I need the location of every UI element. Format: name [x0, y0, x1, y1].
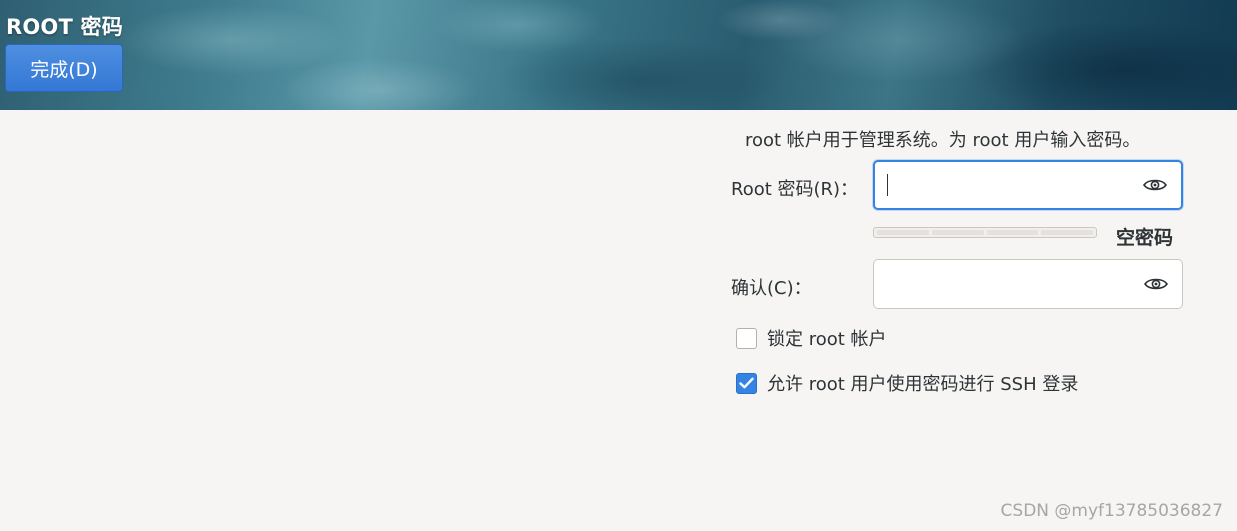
- confirm-password-input[interactable]: [884, 260, 1134, 308]
- eye-icon[interactable]: [1144, 276, 1168, 292]
- strength-segment: [1041, 230, 1093, 235]
- root-password-window: ROOT 密码 完成(D) root 帐户用于管理系统。为 root 用户输入密…: [0, 0, 1237, 531]
- strength-segment: [877, 230, 929, 235]
- strength-segment: [986, 230, 1039, 235]
- password-strength-label: 空密码: [1116, 227, 1174, 249]
- text-caret: [887, 174, 888, 196]
- description-text: root 帐户用于管理系统。为 root 用户输入密码。: [745, 130, 1141, 151]
- done-button[interactable]: 完成(D): [5, 44, 123, 92]
- confirm-password-field[interactable]: [873, 259, 1183, 309]
- root-password-label: Root 密码(R)：: [731, 179, 859, 200]
- strength-segment: [931, 230, 984, 235]
- lock-root-label: 锁定 root 帐户: [767, 329, 887, 350]
- watermark-text: CSDN @myf13785036827: [1000, 501, 1223, 521]
- check-icon: [739, 377, 754, 389]
- lock-root-checkbox[interactable]: [736, 327, 757, 349]
- root-password-field[interactable]: [873, 160, 1183, 210]
- header-banner: ROOT 密码 完成(D): [0, 0, 1237, 110]
- allow-ssh-label: 允许 root 用户使用密码进行 SSH 登录: [767, 374, 1079, 395]
- root-password-input[interactable]: [885, 162, 1135, 208]
- password-strength-bar: [873, 227, 1097, 238]
- allow-ssh-checkbox-row[interactable]: 允许 root 用户使用密码进行 SSH 登录: [736, 370, 1078, 396]
- allow-ssh-checkbox[interactable]: [736, 372, 757, 394]
- page-title: ROOT 密码: [6, 15, 123, 39]
- lock-root-checkbox-row[interactable]: 锁定 root 帐户: [736, 325, 887, 351]
- eye-icon[interactable]: [1143, 177, 1167, 193]
- header-background: [0, 0, 1237, 110]
- confirm-password-label: 确认(C)：: [731, 278, 812, 299]
